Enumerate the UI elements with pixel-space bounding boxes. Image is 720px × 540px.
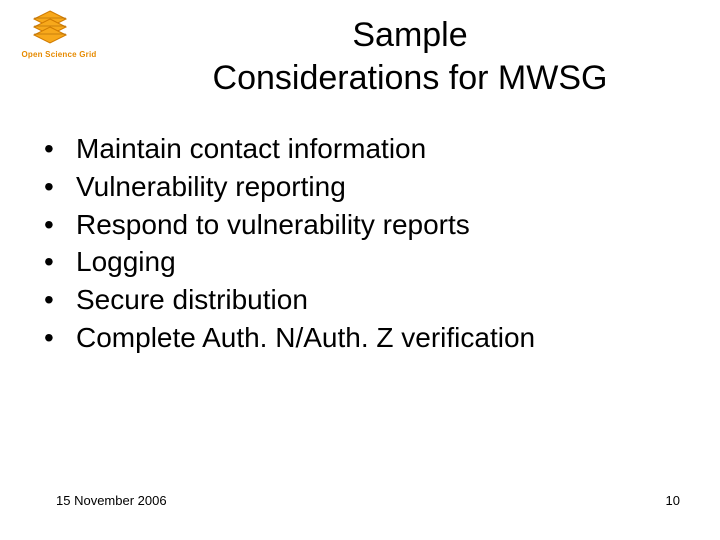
logo-icon — [14, 10, 86, 48]
bullet-icon: • — [40, 168, 76, 206]
list-item: •Maintain contact information — [40, 130, 680, 168]
list-item: •Respond to vulnerability reports — [40, 206, 680, 244]
bullet-text: Logging — [76, 243, 176, 281]
slide-title: Sample Considerations for MWSG — [130, 14, 690, 99]
bullet-icon: • — [40, 281, 76, 319]
title-line-1: Sample — [352, 16, 467, 54]
footer-date: 15 November 2006 — [56, 493, 167, 508]
bullet-text: Respond to vulnerability reports — [76, 206, 470, 244]
logo-label: Open Science Grid — [14, 50, 104, 59]
bullet-text: Complete Auth. N/Auth. Z verification — [76, 319, 535, 357]
footer-page-number: 10 — [666, 493, 680, 508]
bullet-text: Maintain contact information — [76, 130, 426, 168]
bullet-icon: • — [40, 206, 76, 244]
title-line-2: Considerations for MWSG — [213, 59, 608, 97]
bullet-text: Vulnerability reporting — [76, 168, 346, 206]
list-item: •Complete Auth. N/Auth. Z verification — [40, 319, 680, 357]
bullet-icon: • — [40, 243, 76, 281]
bullet-list: •Maintain contact information •Vulnerabi… — [40, 130, 680, 357]
list-item: •Logging — [40, 243, 680, 281]
list-item: •Secure distribution — [40, 281, 680, 319]
list-item: •Vulnerability reporting — [40, 168, 680, 206]
logo: Open Science Grid — [14, 10, 104, 59]
bullet-icon: • — [40, 130, 76, 168]
bullet-text: Secure distribution — [76, 281, 308, 319]
bullet-icon: • — [40, 319, 76, 357]
